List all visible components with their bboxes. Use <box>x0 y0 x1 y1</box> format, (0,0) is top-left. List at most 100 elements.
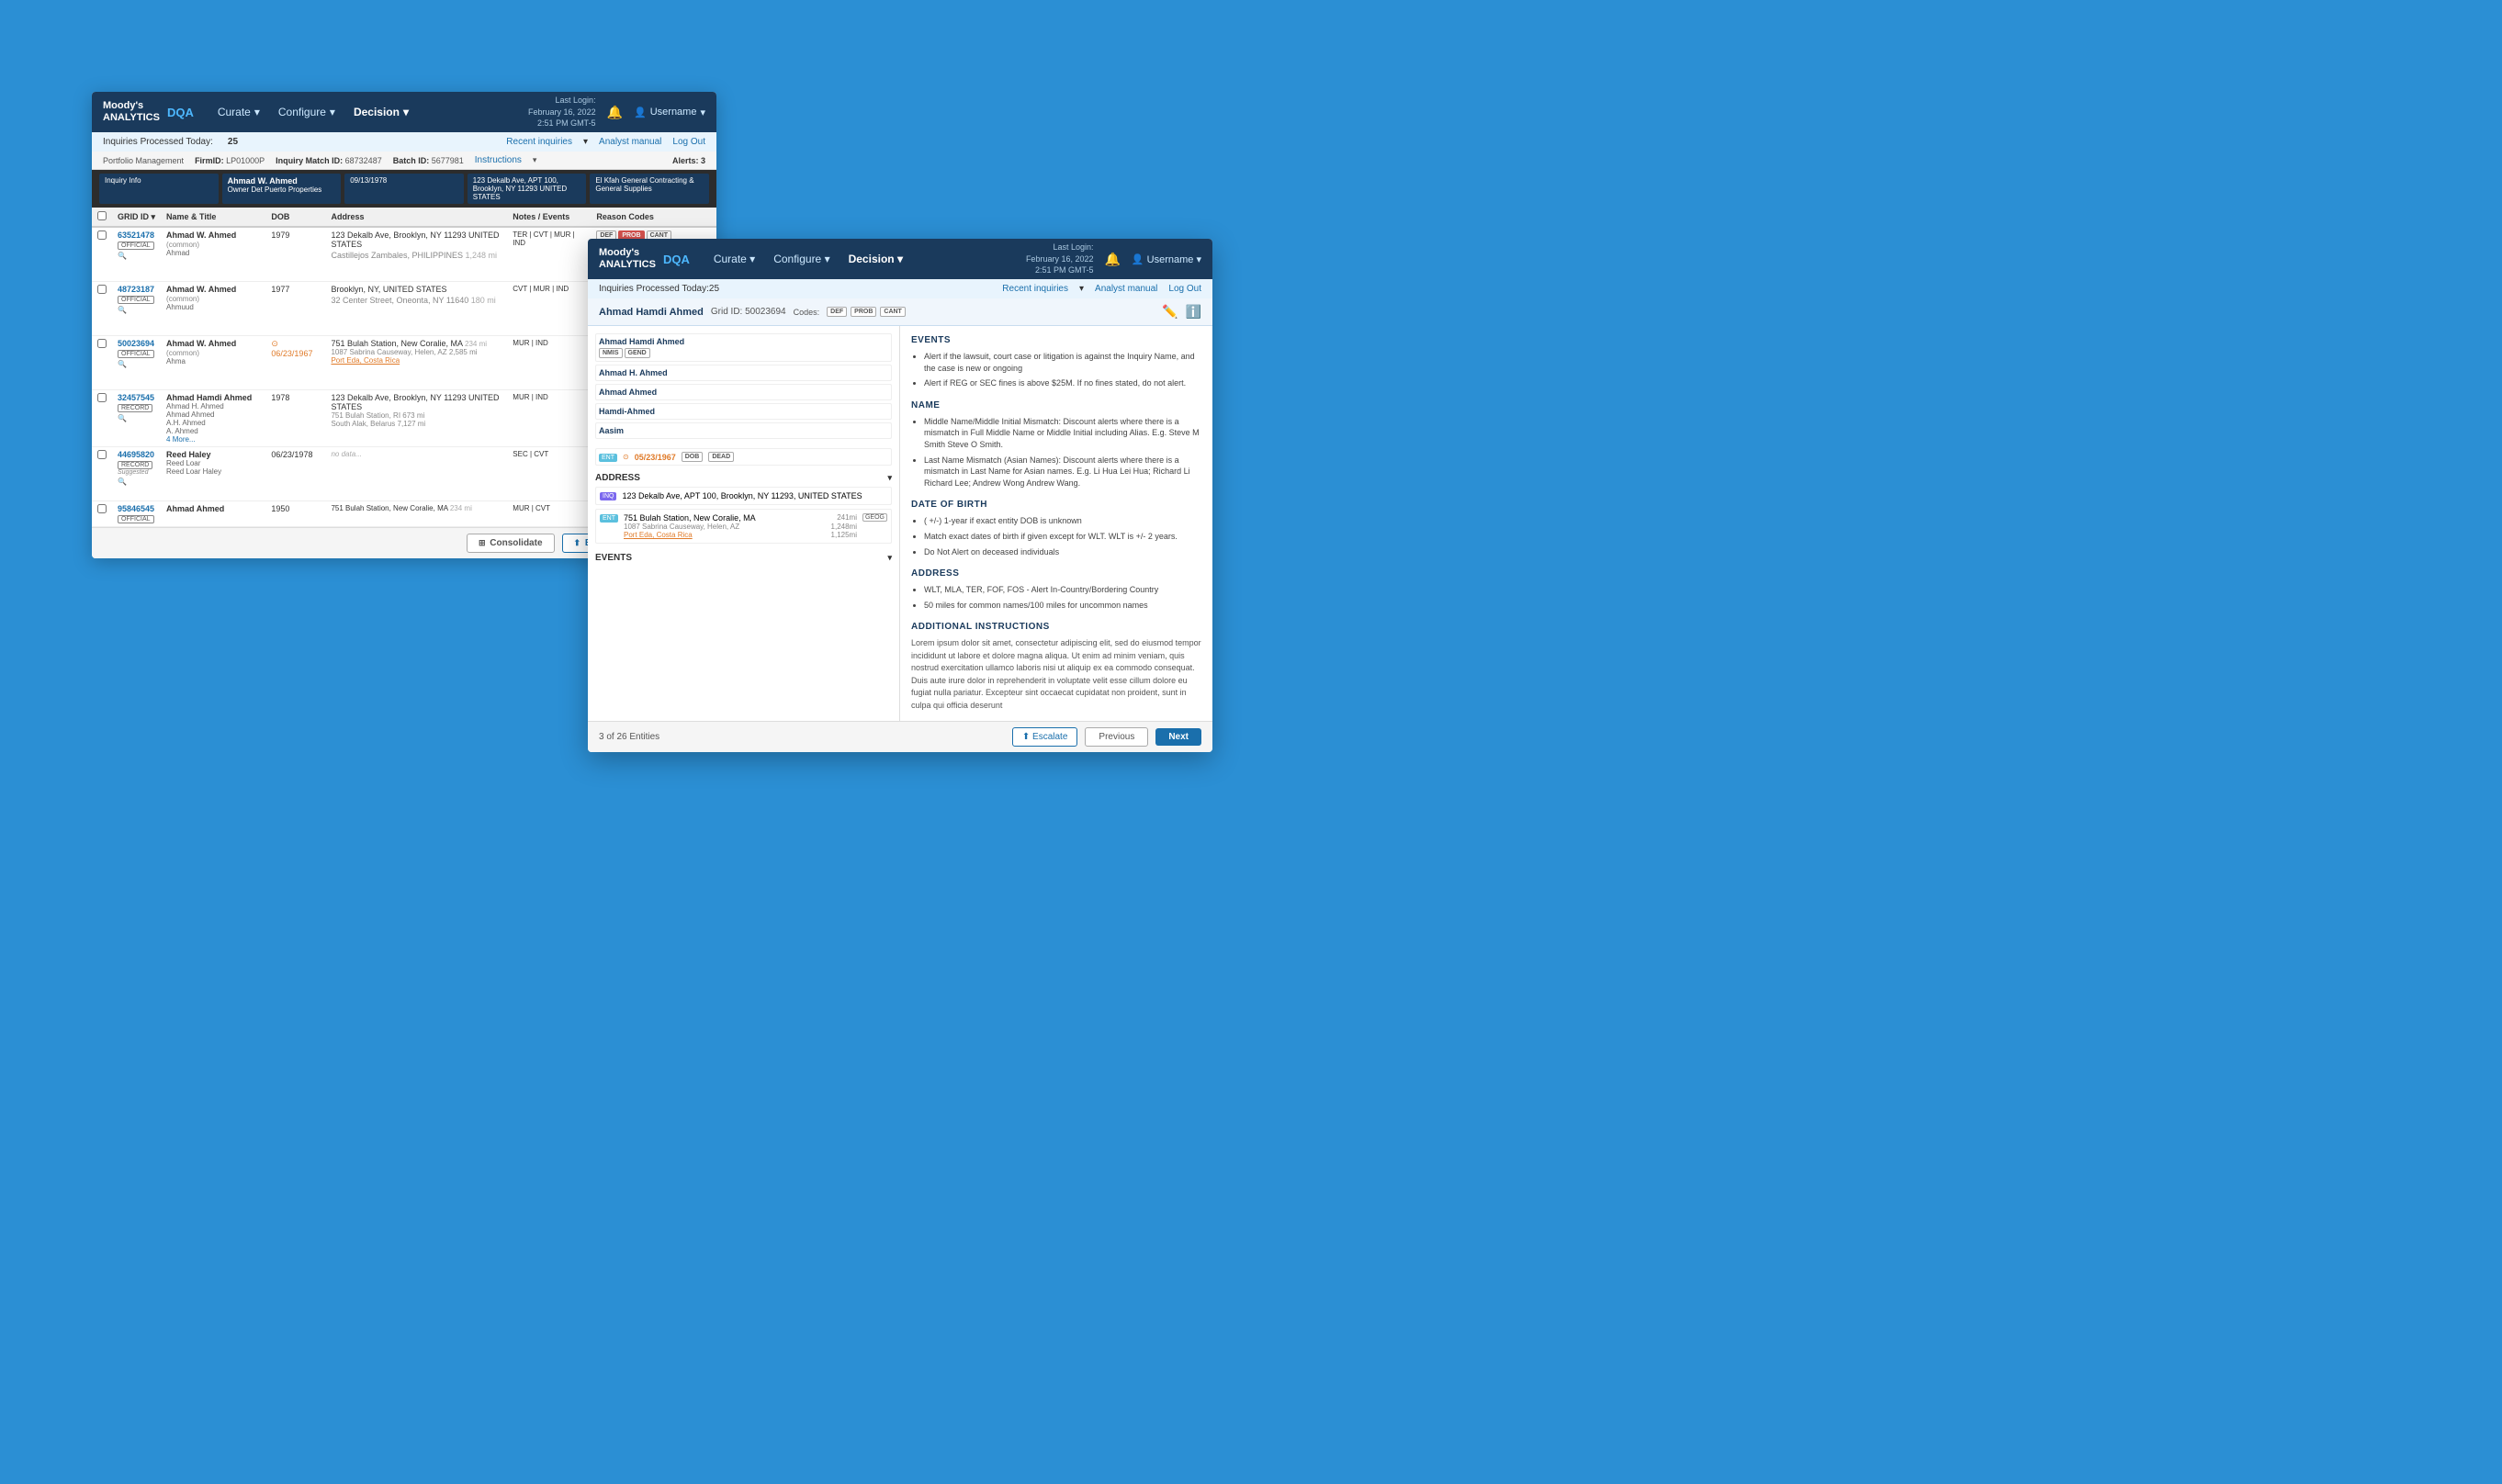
dob-title: DATE OF BIRTH <box>911 500 1201 510</box>
escalate-icon-sm: ⬆ <box>1022 732 1030 742</box>
dob-cell: 1979 <box>265 227 325 282</box>
row-checkbox[interactable] <box>97 450 107 459</box>
address-header[interactable]: ADDRESS ▾ <box>595 473 892 483</box>
name-rule-2: Last Name Mismatch (Asian Names): Discou… <box>924 455 1201 489</box>
row-checkbox[interactable] <box>97 339 107 348</box>
grid-id-link[interactable]: 48723187 <box>118 285 155 294</box>
overlay-analyst-manual[interactable]: Analyst manual <box>1095 284 1157 294</box>
overlay-nav-curate[interactable]: Curate ▾ <box>704 249 764 269</box>
grid-id-link[interactable]: 63521478 <box>118 230 155 240</box>
main-info-bar: Portfolio Management FirmID: LP01000P In… <box>92 152 716 170</box>
entity-actions: ✏️ ℹ️ <box>1162 304 1201 320</box>
notes-cell: CVT | MUR | IND <box>507 282 591 336</box>
row-checkbox[interactable] <box>97 230 107 240</box>
grid-id-link[interactable]: 32457545 <box>118 393 155 402</box>
row-checkbox[interactable] <box>97 504 107 513</box>
search-icon-row3[interactable]: 🔍 <box>118 360 155 368</box>
overlay-nav-configure[interactable]: Configure ▾ <box>764 249 839 269</box>
grid-id-link[interactable]: 44695820 <box>118 450 155 459</box>
brand: Moody's ANALYTICS DQA <box>103 100 194 124</box>
events-header[interactable]: EVENTS ▾ <box>595 553 892 563</box>
ent-dead-badge: DEAD <box>708 452 734 462</box>
overlay-navbar: Moody's ANALYTICS DQA Curate ▾ Configure… <box>588 239 1212 279</box>
geo-link[interactable]: Port Eda, Costa Rica <box>624 531 693 539</box>
ent-dob-badge: DOB <box>682 452 704 462</box>
grid-id-link[interactable]: 95846545 <box>118 504 155 513</box>
grid-id-cell: 63521478 OFFICIAL 🔍 <box>112 227 161 282</box>
analyst-manual-link[interactable]: Analyst manual <box>599 137 661 147</box>
ent-dist1: 241mi <box>837 513 857 523</box>
name-cell: Ahmad W. Ahmed (common) Ahmuud <box>161 282 265 336</box>
col-name-title[interactable]: Name & Title <box>161 208 265 227</box>
escalate-icon: ⬆ <box>574 538 581 547</box>
notes-cell: TER | CVT | MUR | IND <box>507 227 591 282</box>
inq-tag: INQ <box>600 492 616 500</box>
overlay-window: Moody's ANALYTICS DQA Curate ▾ Configure… <box>588 239 1212 752</box>
address-rules-list: WLT, MLA, TER, FOF, FOS - Alert In-Count… <box>911 584 1201 611</box>
col-notes[interactable]: Notes / Events <box>507 208 591 227</box>
official-tag: OFFICIAL <box>118 515 154 523</box>
official-tag: OFFICIAL <box>118 296 154 304</box>
edit-button[interactable]: ✏️ <box>1162 304 1178 320</box>
search-icon-row2[interactable]: 🔍 <box>118 306 155 314</box>
search-icon-row4[interactable]: 🔍 <box>118 414 155 422</box>
main-navbar: Moody's ANALYTICS DQA Curate ▾ Configure… <box>92 92 716 132</box>
events-rules-section: EVENTS Alert if the lawsuit, court case … <box>911 335 1201 389</box>
grid-id-cell: 95846545 OFFICIAL <box>112 501 161 527</box>
entity-name: Ahmad Hamdi Ahmed <box>599 307 704 318</box>
additional-section: ADDITIONAL INSTRUCTIONS Lorem ipsum dolo… <box>911 622 1201 712</box>
grid-id-cell: 48723187 OFFICIAL 🔍 <box>112 282 161 336</box>
next-button[interactable]: Next <box>1155 728 1201 746</box>
suggested-tag: Suggested <box>118 469 155 476</box>
ent-dist3: 1,125mi <box>831 531 857 539</box>
recent-inquiries-link[interactable]: Recent inquiries <box>506 137 572 147</box>
address-section: ADDRESS ▾ INQ 123 Dekalb Ave, APT 100, B… <box>595 473 892 544</box>
consolidate-button[interactable]: ⊞ Consolidate <box>467 534 555 553</box>
codes-label: Codes: <box>794 308 820 317</box>
address-cell: 123 Dekalb Ave, Brooklyn, NY 11293 UNITE… <box>325 390 507 447</box>
dob-cell: 1950 <box>265 501 325 527</box>
search-icon-row[interactable]: 🔍 <box>118 252 155 260</box>
nav-decision[interactable]: Decision ▾ <box>344 102 418 122</box>
col-address[interactable]: Address <box>325 208 507 227</box>
name-cell: Ahmad W. Ahmed (common) Ahmad <box>161 227 265 282</box>
address-rules-section: ADDRESS WLT, MLA, TER, FOF, FOS - Alert … <box>911 568 1201 611</box>
overlay-escalate-button[interactable]: ⬆ Escalate <box>1012 727 1078 747</box>
col-dob[interactable]: DOB <box>265 208 325 227</box>
col-reason-codes[interactable]: Reason Codes <box>591 208 716 227</box>
row-checkbox[interactable] <box>97 393 107 402</box>
previous-button[interactable]: Previous <box>1085 727 1148 747</box>
footer-actions: ⬆ Escalate Previous Next <box>1012 727 1201 747</box>
select-all-checkbox[interactable] <box>97 211 107 220</box>
overlay-nav-items: Curate ▾ Configure ▾ Decision ▾ <box>704 249 1026 269</box>
search-icon-row5[interactable]: 🔍 <box>118 478 155 486</box>
logout-link[interactable]: Log Out <box>672 137 705 147</box>
inquiry-info-tab[interactable]: Inquiry Info <box>99 174 219 204</box>
main-sub-toolbar: Inquiries Processed Today: 25 Recent inq… <box>92 132 716 152</box>
name-match-4: Hamdi-Ahmed <box>595 403 892 420</box>
overlay-nav-decision[interactable]: Decision ▾ <box>840 249 912 269</box>
nav-configure[interactable]: Configure ▾ <box>269 102 344 122</box>
bell-icon[interactable]: 🔔 <box>607 105 623 120</box>
overlay-logout[interactable]: Log Out <box>1168 284 1201 294</box>
more-names-link[interactable]: 4 More... <box>166 435 260 444</box>
overlay-recent-inquiries[interactable]: Recent inquiries <box>1002 284 1068 294</box>
event-item-2: Alert if REG or SEC fines is above $25M.… <box>924 377 1201 389</box>
grid-id-link[interactable]: 50023694 <box>118 339 155 348</box>
address-cell: 751 Bulah Station, New Coralie, MA 234 m… <box>325 336 507 390</box>
overlay-user-menu[interactable]: 👤 Username ▾ <box>1132 253 1201 265</box>
overlay-processed-label: Inquiries Processed Today: <box>599 284 709 294</box>
ent-tag-addr: ENT <box>600 514 618 523</box>
info-button[interactable]: ℹ️ <box>1186 304 1201 320</box>
inquiry-card-dob: 09/13/1978 <box>344 174 464 204</box>
col-grid-id[interactable]: GRID ID ▾ <box>112 208 161 227</box>
instructions-link[interactable]: Instructions <box>475 155 522 165</box>
dob-cell: ⊙ 06/23/1967 <box>265 336 325 390</box>
user-menu[interactable]: 👤 Username ▾ <box>634 107 705 118</box>
overlay-bell-icon[interactable]: 🔔 <box>1104 252 1120 267</box>
row-checkbox[interactable] <box>97 285 107 294</box>
nav-curate[interactable]: Curate ▾ <box>208 102 269 122</box>
col-checkbox <box>92 208 112 227</box>
name-match-5: Aasim <box>595 422 892 439</box>
ent-dist2: 1,248mi <box>831 523 857 531</box>
